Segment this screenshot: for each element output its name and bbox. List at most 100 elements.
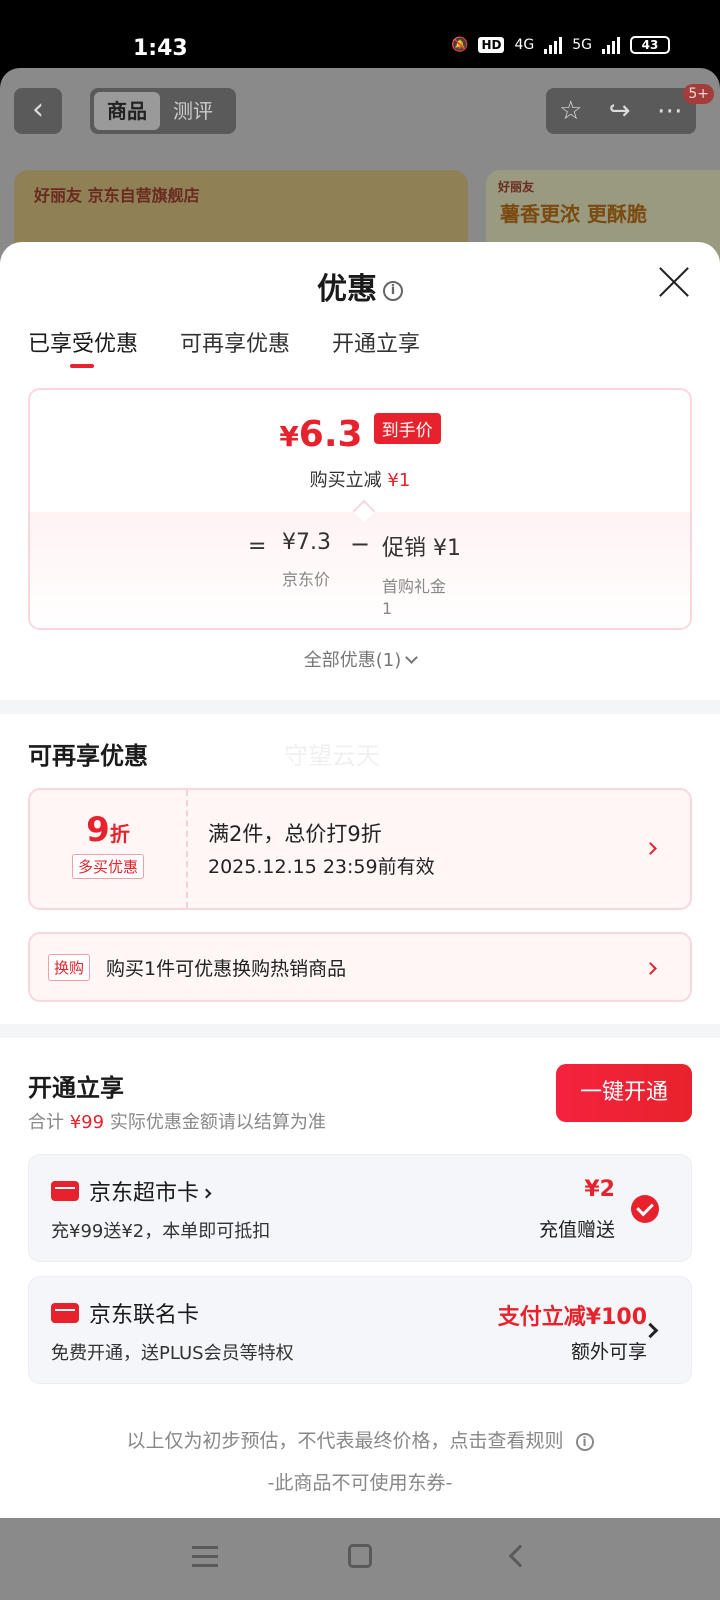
check-icon[interactable]	[631, 1195, 659, 1223]
co-branded-card[interactable]: 京东联名卡 免费开通，送PLUS会员等特权 支付立减¥100 额外可享	[28, 1276, 692, 1384]
all-discounts-toggle[interactable]: 全部优惠(1)	[0, 646, 720, 672]
open-section-summary: 合计 ¥99 实际优惠金额请以结算为准	[28, 1108, 326, 1134]
nav-home-icon[interactable]	[348, 1544, 372, 1568]
info-icon[interactable]: i	[383, 280, 403, 301]
coupon-label: 多买优惠	[71, 854, 144, 879]
swap-offer[interactable]: 换购 购买1件可优惠换购热销商品	[28, 932, 692, 1002]
tab-enjoyed[interactable]: 已享受优惠	[28, 326, 138, 368]
card-icon	[51, 1181, 79, 1201]
section-divider	[0, 1024, 720, 1038]
network-label-4g: 4G	[514, 37, 535, 53]
nav-menu-icon[interactable]	[192, 1546, 218, 1568]
tab-more[interactable]: 可再享优惠	[180, 326, 290, 358]
sheet-title: 优惠 i	[0, 264, 720, 308]
promo-count: 1	[382, 599, 393, 618]
minus-sign: −	[350, 530, 371, 558]
jd-price-col: ¥7.3 京东价	[282, 530, 331, 591]
chevron-down-icon	[405, 651, 419, 664]
coupon-unit: 折	[109, 822, 130, 846]
summary-suffix: 实际优惠金额请以结算为准	[109, 1112, 326, 1133]
coupon-value-area: 9折 多买优惠	[30, 790, 188, 908]
discount-sheet: 优惠 i 已享受优惠 可再享优惠 开通立享 ¥6.3 到手价 购买立减 ¥1 = …	[0, 242, 720, 1518]
equals-sign: =	[248, 534, 267, 559]
battery-icon: 43	[630, 36, 670, 54]
tab-open[interactable]: 开通立享	[332, 326, 420, 358]
chevron-right-icon	[644, 962, 657, 975]
final-price-tag: 到手价	[373, 413, 441, 444]
section-divider	[0, 700, 720, 714]
summary-prefix: 合计	[28, 1112, 64, 1133]
card-value: ¥2	[584, 1177, 615, 1202]
swap-text: 购买1件可优惠换购热销商品	[106, 958, 347, 980]
banner2-slogan: 薯香更浓 更酥脆	[500, 202, 647, 226]
watermark: 守望云天	[284, 742, 380, 770]
mute-icon: 🔕	[451, 37, 469, 53]
banner2-brand: 好丽友	[498, 180, 535, 194]
status-time: 1:43	[133, 36, 188, 61]
card-title: 京东联名卡	[89, 1303, 200, 1328]
tab-product[interactable]: 商品	[94, 92, 160, 130]
signal-icon-2	[602, 36, 620, 54]
coupon-value: 9折	[30, 810, 186, 850]
open-section-title: 开通立享	[28, 1074, 124, 1102]
reduction-label: 购买立减	[309, 470, 382, 491]
notification-badge: 5+	[683, 84, 714, 104]
chevron-right-icon	[201, 1188, 212, 1199]
price-formula: = ¥7.3 京东价 − 促销 ¥1 首购礼金 1	[30, 530, 690, 618]
promo-col: 促销 ¥1 首购礼金 1	[382, 530, 461, 620]
coupon-number: 9	[86, 810, 110, 850]
card-icon	[51, 1303, 79, 1323]
final-price-row: ¥6.3 到手价	[30, 413, 690, 455]
system-nav-bar	[0, 1518, 720, 1600]
coupon-validity: 2025.12.15 23:59前有效	[208, 856, 435, 878]
reduction-value: ¥1	[387, 470, 411, 491]
jd-price-label: 京东价	[282, 570, 331, 589]
sheet-title-text: 优惠	[317, 272, 377, 307]
coupon-rule: 满2件，总价打9折	[208, 822, 382, 846]
hd-icon: HD	[478, 37, 505, 53]
price-disclaimer[interactable]: 以上仅为初步预估，不代表最终价格，点击查看规则 i	[0, 1426, 720, 1453]
banner-brand: 好丽友 京东自营旗舰店	[34, 186, 200, 205]
final-price: ¥6.3	[279, 414, 362, 455]
close-icon[interactable]	[656, 264, 692, 300]
jd-price: ¥7.3	[282, 530, 331, 555]
reduction-row: 购买立减 ¥1	[30, 466, 690, 492]
final-price-value: 6.3	[298, 414, 363, 455]
bulk-discount-coupon[interactable]: 9折 多买优惠 满2件，总价打9折 2025.12.15 23:59前有效	[28, 788, 692, 910]
card-value: 支付立减¥100	[497, 1305, 647, 1330]
tab-review[interactable]: 测评	[160, 92, 226, 130]
card-desc: 充¥99送¥2，本单即可抵扣	[51, 1221, 271, 1242]
more-icon[interactable]: ⋯	[657, 96, 683, 126]
chevron-right-icon	[644, 842, 657, 855]
card-value-sub: 充值赠送	[538, 1219, 615, 1241]
card-desc: 免费开通，送PLUS会员等特权	[51, 1343, 294, 1364]
share-icon[interactable]: ↪	[609, 96, 631, 126]
more-discounts-title: 可再享优惠	[28, 742, 148, 770]
card-title: 京东超市卡	[89, 1175, 212, 1207]
promo-label: 首购礼金 1	[382, 576, 461, 620]
coupon-notice: -此商品不可使用东券-	[267, 1472, 453, 1494]
star-icon[interactable]: ☆	[559, 96, 582, 126]
promo-label-text: 首购礼金	[382, 577, 447, 596]
summary-amount: ¥99	[69, 1112, 105, 1133]
signal-icon	[544, 36, 563, 54]
card-title-text: 京东超市卡	[89, 1181, 200, 1206]
nav-back-icon[interactable]	[508, 1544, 532, 1568]
promo-value: 促销 ¥1	[382, 536, 461, 561]
card-value-sub: 额外可享	[570, 1341, 647, 1363]
currency-symbol: ¥	[279, 420, 299, 453]
status-bar: 1:43 🔕 HD 4G 5G 43	[0, 0, 720, 68]
supermarket-card[interactable]: 京东超市卡 充¥99送¥2，本单即可抵扣 ¥2 充值赠送	[28, 1154, 692, 1262]
discount-tabs: 已享受优惠 可再享优惠 开通立享	[28, 326, 420, 368]
product-tabs: 商品 测评	[90, 88, 236, 134]
all-discounts-text: 全部优惠(1)	[303, 650, 402, 671]
back-icon[interactable]: ‹	[14, 88, 62, 134]
header-actions: ☆ ↪ ⋯	[546, 88, 696, 134]
price-card: ¥6.3 到手价 购买立减 ¥1 = ¥7.3 京东价 − 促销 ¥1 首购礼金…	[28, 388, 692, 630]
status-icons: 🔕 HD 4G 5G 43	[451, 36, 670, 54]
info-icon: i	[575, 1432, 594, 1451]
network-label-5g: 5G	[572, 37, 592, 53]
disclaimer-text: 以上仅为初步预估，不代表最终价格，点击查看规则	[126, 1430, 564, 1452]
swap-badge: 换购	[48, 954, 91, 981]
one-click-open-button[interactable]: 一键开通	[556, 1064, 692, 1122]
